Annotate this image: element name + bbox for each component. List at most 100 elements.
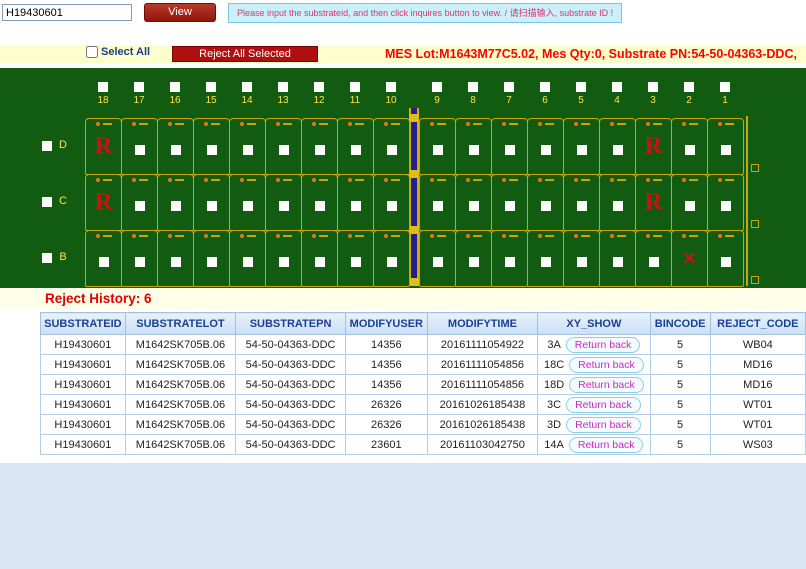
die-checkbox-1D[interactable] xyxy=(721,145,731,155)
return-back-button[interactable]: Return back xyxy=(566,417,641,433)
die-cell-17C xyxy=(121,174,158,231)
table-body: H19430601M1642SK705B.0654-50-04363-DDC14… xyxy=(41,335,806,455)
die-checkbox-2D[interactable] xyxy=(685,145,695,155)
die-checkbox-1B[interactable] xyxy=(721,257,731,267)
fiducial-marker xyxy=(502,177,518,182)
return-back-button[interactable]: Return back xyxy=(566,337,641,353)
die-checkbox-4C[interactable] xyxy=(613,201,623,211)
row-checkbox-D[interactable] xyxy=(42,141,52,151)
die-checkbox-11B[interactable] xyxy=(351,257,361,267)
column-checkbox-6[interactable] xyxy=(540,82,550,92)
die-checkbox-9C[interactable] xyxy=(433,201,443,211)
column-checkbox-4[interactable] xyxy=(612,82,622,92)
app-window: View Please input the substrateid, and t… xyxy=(0,0,806,569)
select-all[interactable]: Select All xyxy=(86,46,150,58)
column-checkbox-14[interactable] xyxy=(242,82,252,92)
die-checkbox-17D[interactable] xyxy=(135,145,145,155)
table-row: H19430601M1642SK705B.0654-50-04363-DDC14… xyxy=(41,335,806,355)
return-back-button[interactable]: Return back xyxy=(569,377,644,393)
die-cell-8C xyxy=(455,174,492,231)
die-checkbox-7B[interactable] xyxy=(505,257,515,267)
column-checkbox-10[interactable] xyxy=(386,82,396,92)
die-checkbox-14C[interactable] xyxy=(243,201,253,211)
select-all-checkbox[interactable] xyxy=(86,46,98,58)
die-checkbox-11D[interactable] xyxy=(351,145,361,155)
die-checkbox-5D[interactable] xyxy=(577,145,587,155)
column-checkbox-12[interactable] xyxy=(314,82,324,92)
die-checkbox-4D[interactable] xyxy=(613,145,623,155)
die-checkbox-12B[interactable] xyxy=(315,257,325,267)
die-checkbox-2C[interactable] xyxy=(685,201,695,211)
die-checkbox-11C[interactable] xyxy=(351,201,361,211)
fiducial-marker xyxy=(502,121,518,126)
die-checkbox-13B[interactable] xyxy=(279,257,289,267)
die-checkbox-14D[interactable] xyxy=(243,145,253,155)
column-label-12: 12 xyxy=(301,95,337,106)
die-checkbox-12D[interactable] xyxy=(315,145,325,155)
die-checkbox-13D[interactable] xyxy=(279,145,289,155)
die-checkbox-5B[interactable] xyxy=(577,257,587,267)
die-checkbox-3B[interactable] xyxy=(649,257,659,267)
return-back-button[interactable]: Return back xyxy=(566,397,641,413)
die-checkbox-8D[interactable] xyxy=(469,145,479,155)
die-checkbox-15C[interactable] xyxy=(207,201,217,211)
substrate-id-input[interactable] xyxy=(2,4,132,21)
column-checkbox-11[interactable] xyxy=(350,82,360,92)
die-checkbox-7C[interactable] xyxy=(505,201,515,211)
column-checkbox-7[interactable] xyxy=(504,82,514,92)
column-checkbox-1[interactable] xyxy=(720,82,730,92)
die-checkbox-8C[interactable] xyxy=(469,201,479,211)
die-checkbox-9B[interactable] xyxy=(433,257,443,267)
fiducial-marker xyxy=(466,121,482,126)
die-checkbox-6D[interactable] xyxy=(541,145,551,155)
row-checkbox-C[interactable] xyxy=(42,197,52,207)
column-checkbox-3[interactable] xyxy=(648,82,658,92)
die-checkbox-10B[interactable] xyxy=(387,257,397,267)
die-checkbox-4B[interactable] xyxy=(613,257,623,267)
fiducial-marker xyxy=(132,177,148,182)
die-checkbox-15D[interactable] xyxy=(207,145,217,155)
die-checkbox-14B[interactable] xyxy=(243,257,253,267)
die-checkbox-5C[interactable] xyxy=(577,201,587,211)
column-checkbox-13[interactable] xyxy=(278,82,288,92)
cell-substrateid: H19430601 xyxy=(41,435,126,455)
view-button[interactable]: View xyxy=(144,3,216,22)
die-checkbox-16C[interactable] xyxy=(171,201,181,211)
column-checkbox-5[interactable] xyxy=(576,82,586,92)
die-checkbox-17C[interactable] xyxy=(135,201,145,211)
column-header-modifyuser: MODIFYUSER xyxy=(345,313,427,335)
cell-xy_show: 3DReturn back xyxy=(538,415,650,435)
die-checkbox-16B[interactable] xyxy=(171,257,181,267)
column-label-3: 3 xyxy=(635,95,671,106)
die-cell-4D xyxy=(599,118,636,175)
return-back-button[interactable]: Return back xyxy=(569,437,644,453)
die-checkbox-12C[interactable] xyxy=(315,201,325,211)
column-checkbox-16[interactable] xyxy=(170,82,180,92)
column-checkbox-18[interactable] xyxy=(98,82,108,92)
die-checkbox-1C[interactable] xyxy=(721,201,731,211)
reject-all-selected-button[interactable]: Reject All Selected xyxy=(172,46,318,62)
return-back-button[interactable]: Return back xyxy=(569,357,644,373)
die-checkbox-10C[interactable] xyxy=(387,201,397,211)
die-checkbox-13C[interactable] xyxy=(279,201,289,211)
die-cell-14C xyxy=(229,174,266,231)
die-checkbox-17B[interactable] xyxy=(135,257,145,267)
die-checkbox-7D[interactable] xyxy=(505,145,515,155)
die-checkbox-6C[interactable] xyxy=(541,201,551,211)
die-checkbox-8B[interactable] xyxy=(469,257,479,267)
die-checkbox-10D[interactable] xyxy=(387,145,397,155)
column-checkbox-8[interactable] xyxy=(468,82,478,92)
die-checkbox-9D[interactable] xyxy=(433,145,443,155)
column-checkbox-9[interactable] xyxy=(432,82,442,92)
column-checkbox-17[interactable] xyxy=(134,82,144,92)
column-checkbox-15[interactable] xyxy=(206,82,216,92)
die-checkbox-16D[interactable] xyxy=(171,145,181,155)
column-checkbox-2[interactable] xyxy=(684,82,694,92)
die-checkbox-6B[interactable] xyxy=(541,257,551,267)
row-checkbox-B[interactable] xyxy=(42,253,52,263)
fiducial-marker xyxy=(466,233,482,238)
die-checkbox-15B[interactable] xyxy=(207,257,217,267)
fiducial-marker xyxy=(646,121,662,126)
fiducial-marker xyxy=(240,121,256,126)
die-checkbox-18B[interactable] xyxy=(99,257,109,267)
